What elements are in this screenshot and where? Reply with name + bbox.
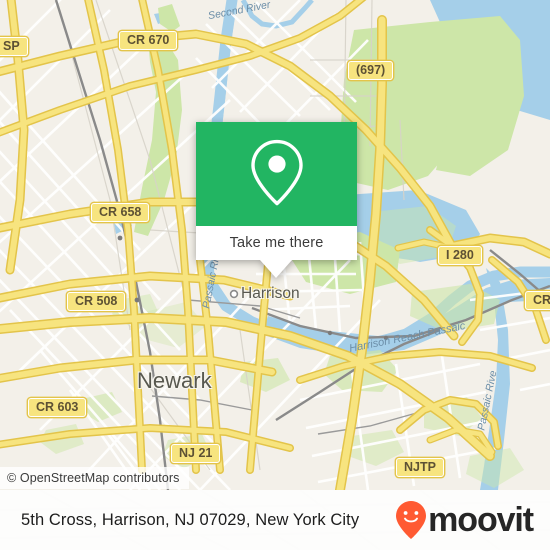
footer-bar: 5th Cross, Harrison, NJ 07029, New York … — [0, 490, 550, 550]
moovit-wordmark: moovit — [428, 501, 534, 539]
popup-pointer-tail — [260, 260, 292, 278]
take-me-there-popup[interactable]: Take me there — [196, 122, 357, 278]
popup-action-bar[interactable]: Take me there — [196, 226, 357, 260]
map-pin-icon — [250, 139, 303, 206]
take-me-there-label: Take me there — [229, 235, 324, 251]
popup-image-area — [196, 122, 357, 226]
address-label: 5th Cross, Harrison, NJ 07029, New York … — [21, 510, 360, 529]
moovit-logo[interactable]: moovit — [395, 500, 534, 540]
moovit-pin-icon — [396, 501, 427, 539]
moovit-map-screenshot: Second River Passaic River Harrison Reac… — [0, 0, 550, 550]
osm-attribution[interactable]: © OpenStreetMap contributors — [0, 467, 189, 489]
